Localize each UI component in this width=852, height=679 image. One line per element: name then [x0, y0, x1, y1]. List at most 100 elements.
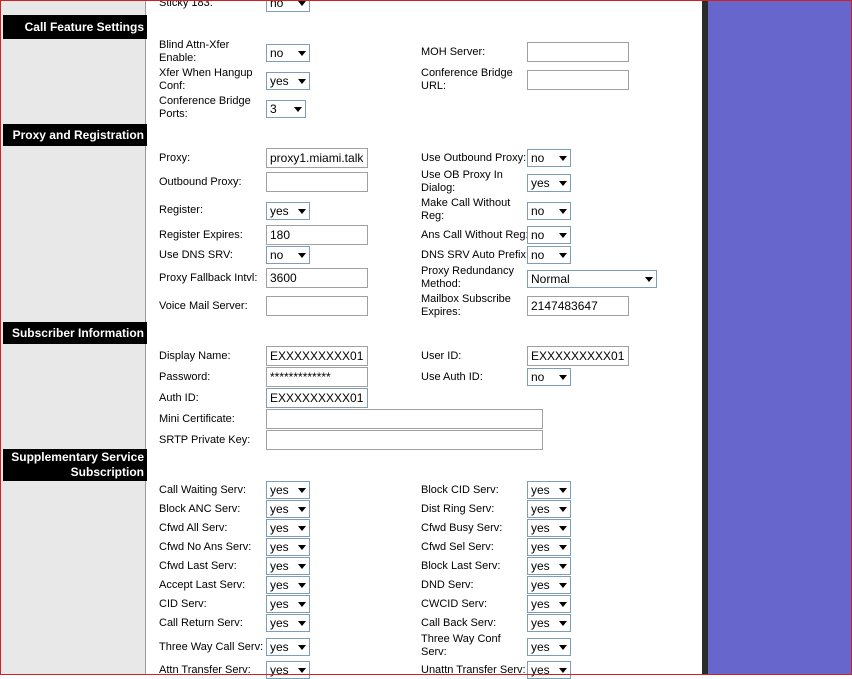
moh-server-input[interactable] [527, 42, 629, 62]
user-id-label: User ID: [421, 350, 462, 362]
cfwd-last-serv-label: Cfwd Last Serv: [159, 560, 237, 572]
dist-ring-serv-label: Dist Ring Serv: [421, 503, 495, 515]
mailbox-subscribe-expires-input[interactable]: 2147483647 [527, 296, 629, 316]
attn-transfer-serv-label: Attn Transfer Serv: [159, 664, 251, 676]
register-expires-label: Register Expires: [159, 229, 243, 241]
blind-attn-xfer-value: no [270, 46, 284, 60]
blind-attn-xfer-select[interactable]: no [266, 44, 310, 62]
chevron-down-icon [559, 545, 567, 550]
srtp-private-key-input[interactable] [266, 430, 543, 450]
password-input[interactable]: ************* [266, 367, 368, 387]
accept-last-serv-select[interactable]: yes [266, 576, 310, 594]
proxy-input[interactable]: proxy1.miami.talk [266, 148, 368, 168]
sticky-183-select[interactable]: no [266, 0, 310, 12]
use-auth-id-select[interactable]: no [527, 368, 571, 386]
mailbox-subscribe-expires-label-line1: Mailbox Subscribe [421, 293, 511, 305]
chevron-down-icon [645, 277, 653, 282]
three-way-conf-serv-select[interactable]: yes [527, 638, 571, 656]
display-name-label: Display Name: [159, 350, 231, 362]
user-id-input[interactable]: EXXXXXXXXX01 [527, 346, 629, 366]
cfwd-no-ans-serv-select[interactable]: yes [266, 538, 310, 556]
outbound-proxy-input[interactable] [266, 172, 368, 192]
chevron-down-icon [298, 621, 306, 626]
section-supplementary: Supplementary Service Subscription [3, 449, 147, 481]
register-select[interactable]: yes [266, 202, 310, 220]
auth-id-input[interactable]: EXXXXXXXXX01 [266, 388, 368, 408]
three-way-call-serv-select[interactable]: yes [266, 638, 310, 656]
blind-attn-xfer-label-line1: Blind Attn-Xfer [159, 39, 230, 51]
cid-serv-value: yes [270, 597, 289, 611]
chevron-down-icon [298, 1, 306, 6]
cfwd-last-serv-select[interactable]: yes [266, 557, 310, 575]
cfwd-sel-serv-select[interactable]: yes [527, 538, 571, 556]
call-back-serv-label: Call Back Serv: [421, 617, 497, 629]
make-call-without-reg-label-line1: Make Call Without [421, 197, 511, 209]
call-back-serv-select[interactable]: yes [527, 614, 571, 632]
chevron-down-icon [559, 621, 567, 626]
proxy-redundancy-select[interactable]: Normal [527, 270, 657, 288]
three-way-conf-serv-value: yes [531, 640, 550, 654]
block-cid-serv-select[interactable]: yes [527, 481, 571, 499]
accept-last-serv-value: yes [270, 578, 289, 592]
cwcid-serv-select[interactable]: yes [527, 595, 571, 613]
section-proxy: Proxy and Registration [3, 124, 147, 146]
proxy-fallback-input[interactable]: 3600 [266, 268, 368, 288]
sticky-183-label: Sticky 183: [159, 0, 213, 9]
cfwd-busy-serv-select[interactable]: yes [527, 519, 571, 537]
block-last-serv-select[interactable]: yes [527, 557, 571, 575]
register-expires-input[interactable]: 180 [266, 225, 368, 245]
cwcid-serv-label: CWCID Serv: [421, 598, 487, 610]
section-proxy-title: Proxy and Registration [12, 127, 144, 142]
chevron-down-icon [559, 233, 567, 238]
cfwd-sel-serv-value: yes [531, 540, 550, 554]
block-last-serv-label: Block Last Serv: [421, 560, 501, 572]
conf-bridge-ports-select[interactable]: 3 [266, 100, 306, 118]
dist-ring-serv-select[interactable]: yes [527, 500, 571, 518]
make-call-without-reg-select[interactable]: no [527, 202, 571, 220]
xfer-hangup-select[interactable]: yes [266, 72, 310, 90]
use-ob-proxy-dialog-select[interactable]: yes [527, 174, 571, 192]
call-return-serv-select[interactable]: yes [266, 614, 310, 632]
call-return-serv-label: Call Return Serv: [159, 617, 243, 629]
mailbox-subscribe-expires-label: Mailbox Subscribe Expires: [421, 293, 511, 319]
attn-transfer-serv-select[interactable]: yes [266, 661, 310, 679]
cid-serv-label: CID Serv: [159, 598, 207, 610]
display-name-input[interactable]: EXXXXXXXXX01 [266, 346, 368, 366]
moh-server-label: MOH Server: [421, 46, 486, 58]
dnd-serv-select[interactable]: yes [527, 576, 571, 594]
chevron-down-icon [298, 668, 306, 673]
proxy-redundancy-value: Normal [531, 272, 570, 286]
blind-attn-xfer-label-line2: Enable: [159, 52, 197, 64]
register-value: yes [270, 204, 289, 218]
block-last-serv-value: yes [531, 559, 550, 573]
make-call-without-reg-label: Make Call Without Reg: [421, 197, 510, 223]
use-outbound-proxy-select[interactable]: no [527, 149, 571, 167]
call-waiting-serv-select[interactable]: yes [266, 481, 310, 499]
cfwd-all-serv-select[interactable]: yes [266, 519, 310, 537]
outbound-proxy-label: Outbound Proxy: [159, 176, 242, 188]
chevron-down-icon [298, 526, 306, 531]
ans-call-without-reg-select[interactable]: no [527, 226, 571, 244]
mini-certificate-input[interactable] [266, 409, 543, 429]
xfer-hangup-label-line2: Conf: [159, 80, 186, 92]
register-label: Register: [159, 204, 204, 216]
use-ob-proxy-dialog-label-line1: Use OB Proxy In [421, 169, 503, 181]
dist-ring-serv-value: yes [531, 502, 550, 516]
dns-srv-auto-prefix-select[interactable]: no [527, 246, 571, 264]
voice-mail-server-input[interactable] [266, 296, 368, 316]
section-supplementary-title-line2: Subscription [70, 465, 144, 479]
use-dns-srv-select[interactable]: no [266, 246, 310, 264]
dns-srv-auto-prefix-value: no [531, 248, 545, 262]
mailbox-subscribe-expires-label-line2: Expires: [421, 306, 461, 318]
conf-bridge-url-input[interactable] [527, 70, 629, 90]
unattn-transfer-serv-select[interactable]: yes [527, 661, 571, 679]
block-anc-serv-value: yes [270, 502, 289, 516]
block-anc-serv-select[interactable]: yes [266, 500, 310, 518]
proxy-label: Proxy: [159, 152, 191, 164]
cwcid-serv-value: yes [531, 597, 550, 611]
password-label: Password: [159, 371, 211, 383]
conf-bridge-ports-label-line2: Ports: [159, 108, 188, 120]
cid-serv-select[interactable]: yes [266, 595, 310, 613]
call-waiting-serv-label: Call Waiting Serv: [159, 484, 247, 496]
conf-bridge-url-label-line2: URL: [421, 80, 447, 92]
